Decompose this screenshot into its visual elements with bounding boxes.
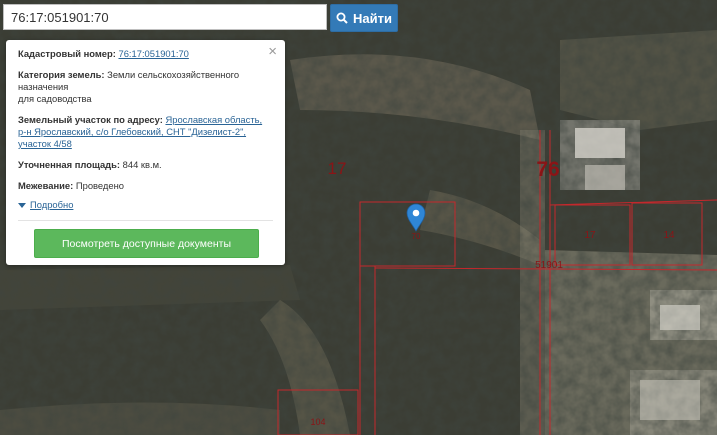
area-row: Уточненная площадь: 844 кв.м. (18, 159, 273, 171)
district-number: 76 (536, 158, 559, 181)
search-icon (336, 12, 348, 24)
cadastral-number-label: Кадастровый номер: (18, 48, 116, 59)
land-category-value: Земли сельскохозяйственного (107, 69, 240, 80)
address-label: Земельный участок по адресу: (18, 114, 163, 125)
search-button-label: Найти (353, 10, 392, 26)
area-label: Уточненная площадь: (18, 159, 121, 170)
address-row: Земельный участок по адресу: Ярославская… (18, 114, 273, 150)
survey-row: Межевание: Проведено (18, 180, 273, 192)
address-link[interactable]: Ярославская область, (165, 114, 262, 125)
cadastral-number-row: Кадастровый номер: 76:17:051901:70 (18, 48, 273, 60)
plot-number-17-left: 17 (328, 159, 347, 178)
land-category-value-cont: назначения (18, 81, 69, 92)
survey-value: Проведено (75, 180, 124, 191)
plot-number-17-right: 17 (584, 230, 596, 241)
close-icon[interactable]: × (268, 44, 277, 59)
search-button[interactable]: Найти (330, 4, 398, 32)
details-toggle[interactable]: Подробно (18, 199, 273, 211)
area-value: 844 кв.м. (122, 159, 162, 170)
cadastral-number-link[interactable]: 76:17:051901:70 (118, 48, 188, 59)
quarter-number: 51901 (535, 260, 563, 271)
parcel-info-popup: × Кадастровый номер: 76:17:051901:70 Кат… (6, 40, 285, 265)
land-use-value: для садоводства (18, 93, 92, 104)
triangle-down-icon (18, 202, 26, 208)
address-link-line3[interactable]: участок 4/58 (18, 138, 72, 149)
survey-label: Межевание: (18, 180, 74, 191)
search-bar: Найти (3, 4, 398, 32)
divider (18, 220, 273, 221)
plot-number-14: 14 (663, 230, 675, 241)
land-category-row: Категория земель: Земли сельскохозяйстве… (18, 69, 273, 105)
details-link[interactable]: Подробно (30, 199, 73, 211)
marker-plot-number: 70 (412, 232, 421, 241)
view-documents-button[interactable]: Посмотреть доступные документы (34, 229, 259, 258)
plot-number-104: 104 (310, 417, 325, 427)
land-category-label: Категория земель: (18, 69, 105, 80)
search-input[interactable] (3, 4, 327, 30)
address-link-line2[interactable]: р-н Ярославский, с/о Глебовский, СНТ "Ди… (18, 126, 246, 137)
